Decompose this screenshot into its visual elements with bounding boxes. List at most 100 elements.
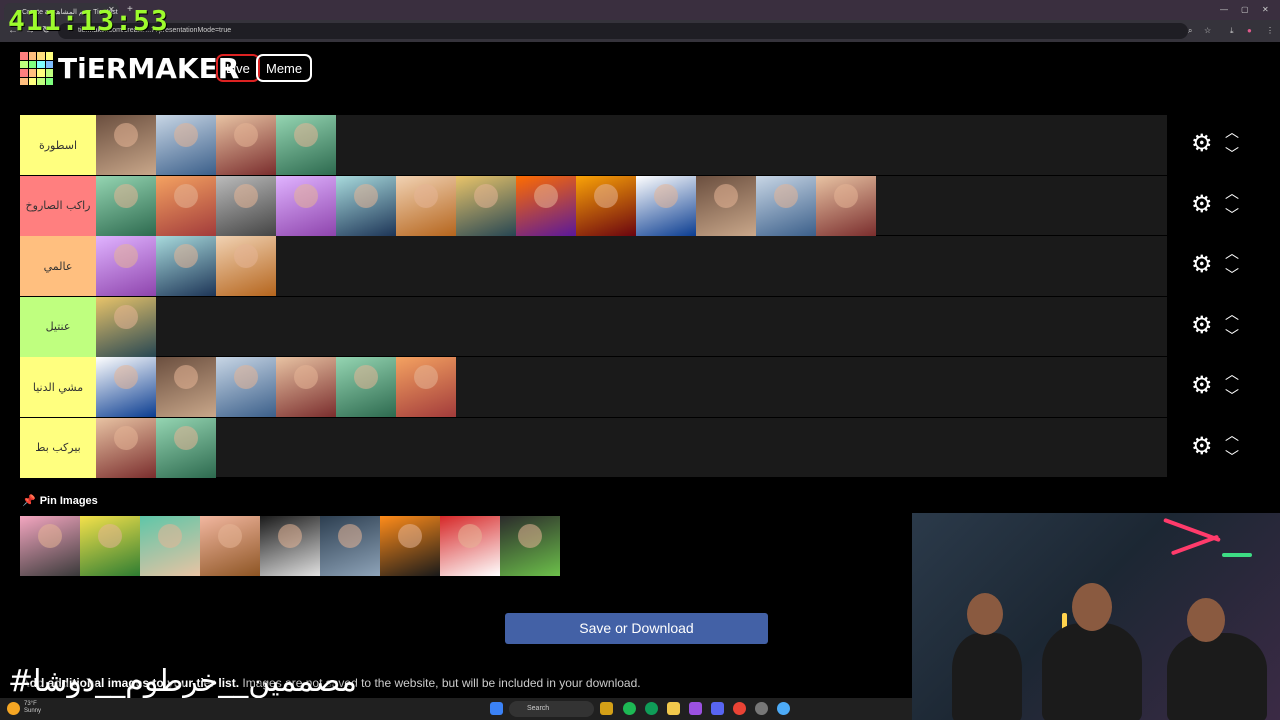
tier-image[interactable] bbox=[156, 417, 216, 478]
tier-label[interactable]: عالمي bbox=[20, 236, 96, 296]
tier-label[interactable]: اسطورة bbox=[20, 115, 96, 175]
tier-image[interactable] bbox=[156, 236, 216, 296]
tier-image[interactable] bbox=[756, 175, 816, 236]
tier-label[interactable]: عنتيل bbox=[20, 296, 96, 357]
chevron-up-icon[interactable]: ︿ bbox=[1225, 428, 1239, 442]
spotify-icon[interactable] bbox=[623, 702, 636, 715]
tier-controls: ⚙ ︿ ﹀ bbox=[1187, 418, 1247, 478]
tier-image[interactable] bbox=[96, 296, 156, 357]
tier-image[interactable] bbox=[816, 175, 876, 236]
pool-image[interactable] bbox=[80, 516, 140, 576]
gear-icon[interactable]: ⚙ bbox=[1191, 434, 1213, 459]
chevron-down-icon[interactable]: ﹀ bbox=[1225, 268, 1239, 282]
tier-image[interactable] bbox=[216, 175, 276, 236]
chevron-up-icon[interactable]: ︿ bbox=[1225, 246, 1239, 260]
person-head bbox=[1072, 583, 1112, 631]
live-button[interactable]: Live bbox=[216, 54, 260, 82]
settings-app-icon[interactable] bbox=[755, 702, 768, 715]
bookmark-star-icon[interactable]: ☆ bbox=[1204, 26, 1211, 35]
chevron-down-icon[interactable]: ﹀ bbox=[1225, 389, 1239, 403]
tier-image[interactable] bbox=[396, 357, 456, 417]
discord-icon[interactable] bbox=[711, 702, 724, 715]
chrome-icon[interactable] bbox=[733, 702, 746, 715]
tier-image[interactable] bbox=[336, 175, 396, 236]
tier-image[interactable] bbox=[156, 357, 216, 417]
chevron-down-icon[interactable]: ﹀ bbox=[1225, 147, 1239, 161]
tier-row: راكب الصاروخ ⚙ ︿ ﹀ bbox=[20, 175, 1239, 236]
neon-light bbox=[1222, 553, 1252, 557]
tier-image[interactable] bbox=[456, 175, 516, 236]
save-download-button[interactable]: Save or Download bbox=[505, 613, 768, 644]
app-icon[interactable] bbox=[600, 702, 613, 715]
tier-image[interactable] bbox=[696, 175, 756, 236]
minimize-icon[interactable]: — bbox=[1220, 5, 1228, 14]
tier-label[interactable]: بيركب بط bbox=[20, 417, 96, 478]
pool-image[interactable] bbox=[320, 516, 380, 576]
gear-icon[interactable]: ⚙ bbox=[1191, 192, 1213, 217]
tier-image[interactable] bbox=[276, 115, 336, 175]
chevron-up-icon[interactable]: ︿ bbox=[1225, 125, 1239, 139]
weather-widget[interactable]: 73°F Sunny bbox=[24, 701, 41, 715]
person-head bbox=[967, 593, 1003, 635]
gear-icon[interactable]: ⚙ bbox=[1191, 313, 1213, 338]
pool-image[interactable] bbox=[260, 516, 320, 576]
folder-icon[interactable] bbox=[667, 702, 680, 715]
chevron-up-icon[interactable]: ︿ bbox=[1225, 186, 1239, 200]
maximize-icon[interactable]: ▢ bbox=[1241, 5, 1249, 14]
pool-image[interactable] bbox=[20, 516, 80, 576]
person bbox=[1167, 633, 1267, 720]
tier-image[interactable] bbox=[276, 357, 336, 417]
pool-image[interactable] bbox=[500, 516, 560, 576]
app-icon[interactable] bbox=[777, 702, 790, 715]
app-icon[interactable] bbox=[689, 702, 702, 715]
tier-image[interactable] bbox=[156, 115, 216, 175]
tier-image[interactable] bbox=[336, 357, 396, 417]
download-icon[interactable]: ⤓ bbox=[1230, 26, 1234, 36]
zoom-icon[interactable]: ⌕ bbox=[1188, 26, 1192, 36]
edge-icon[interactable] bbox=[645, 702, 658, 715]
gear-icon[interactable]: ⚙ bbox=[1191, 374, 1213, 398]
tier-controls: ⚙ ︿ ﹀ bbox=[1187, 115, 1247, 175]
weather-icon bbox=[7, 702, 20, 715]
chevron-down-icon[interactable]: ﹀ bbox=[1225, 329, 1239, 343]
tier-image[interactable] bbox=[96, 236, 156, 296]
tier-image[interactable] bbox=[216, 236, 276, 296]
tier-image[interactable] bbox=[96, 115, 156, 175]
tier-image[interactable] bbox=[216, 357, 276, 417]
start-icon[interactable] bbox=[490, 702, 503, 715]
pool-image[interactable] bbox=[140, 516, 200, 576]
pin-images-heading[interactable]: 📌 Pin Images bbox=[22, 494, 98, 507]
gear-icon[interactable]: ⚙ bbox=[1191, 253, 1213, 277]
url-field[interactable]: tiermaker.com/create/...77presentationMo… bbox=[58, 23, 1188, 39]
close-window-icon[interactable]: ✕ bbox=[1262, 5, 1269, 14]
logo-icon[interactable] bbox=[20, 52, 53, 85]
tier-image[interactable] bbox=[96, 417, 156, 478]
tier-image[interactable] bbox=[636, 175, 696, 236]
os-taskbar: 73°F Sunny Search bbox=[0, 698, 912, 720]
tier-images bbox=[96, 357, 456, 417]
pool-image[interactable] bbox=[200, 516, 260, 576]
tier-image[interactable] bbox=[576, 175, 636, 236]
tier-image[interactable] bbox=[216, 115, 276, 175]
chevron-down-icon[interactable]: ﹀ bbox=[1225, 208, 1239, 222]
menu-icon[interactable]: ⋮ bbox=[1266, 26, 1274, 35]
chevron-up-icon[interactable]: ︿ bbox=[1225, 367, 1239, 381]
chevron-down-icon[interactable]: ﹀ bbox=[1225, 450, 1239, 464]
tier-label[interactable]: مشي الدنيا bbox=[20, 357, 96, 417]
tier-image[interactable] bbox=[96, 357, 156, 417]
tier-image[interactable] bbox=[396, 175, 456, 236]
chevron-up-icon[interactable]: ︿ bbox=[1225, 307, 1239, 321]
profile-icon[interactable]: ● bbox=[1247, 26, 1252, 35]
tier-image[interactable] bbox=[156, 175, 216, 236]
pool-image[interactable] bbox=[380, 516, 440, 576]
taskbar-search[interactable]: Search bbox=[509, 701, 594, 717]
logo-text[interactable]: TiERMAKER bbox=[58, 52, 239, 85]
meme-button[interactable]: Meme bbox=[256, 54, 313, 82]
pool-image[interactable] bbox=[440, 516, 500, 576]
tier-image[interactable] bbox=[516, 175, 576, 236]
tier-image[interactable] bbox=[96, 175, 156, 236]
tier-row: اسطورة ⚙ ︿ ﹀ bbox=[20, 115, 1239, 176]
tier-label[interactable]: راكب الصاروخ bbox=[20, 175, 96, 236]
gear-icon[interactable]: ⚙ bbox=[1191, 132, 1213, 156]
tier-image[interactable] bbox=[276, 175, 336, 236]
